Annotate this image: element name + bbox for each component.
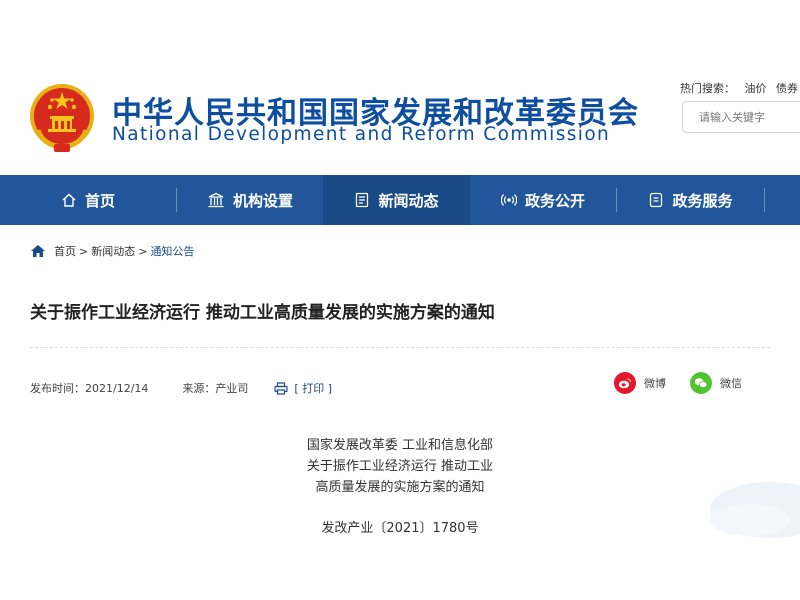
hot-search-item[interactable]: 油价: [745, 82, 767, 95]
source-label: 来源：: [182, 382, 216, 395]
doc-heading-line: 国家发展改革委 工业和信息化部: [306, 438, 494, 453]
article-meta: 发布时间： 2021/12/14 来源： 产业司 [ 打印 ]: [30, 380, 332, 396]
breadcrumb: 首页 > 新闻动态 > 通知公告: [30, 243, 194, 259]
site-header: 中华人民共和国国家发展和改革委员会 National Development a…: [0, 0, 800, 175]
site-title-en[interactable]: National Development and Reform Commissi…: [112, 124, 610, 145]
nav-item-news[interactable]: 新闻动态: [323, 175, 470, 225]
share-wechat-button[interactable]: 微信: [690, 372, 742, 394]
wechat-icon: [690, 372, 712, 394]
service-icon: [650, 192, 663, 208]
source-value: 产业司: [215, 382, 249, 395]
doc-heading-line: 关于振作工业经济运行 推动工业: [306, 459, 494, 474]
home-icon: [62, 193, 76, 207]
search-input[interactable]: [682, 101, 800, 133]
nav-label: 机构设置: [232, 191, 293, 210]
breadcrumb-separator: >: [138, 244, 148, 258]
nav-item-home[interactable]: 首页: [0, 175, 176, 225]
breadcrumb-news[interactable]: 新闻动态: [91, 243, 135, 259]
title-divider: [30, 347, 770, 348]
nav-divider: [764, 188, 765, 212]
article-title: 关于振作工业经济运行 推动工业高质量发展的实施方案的通知: [30, 303, 495, 323]
building-icon: [208, 192, 224, 208]
broadcast-icon: [500, 194, 517, 206]
breadcrumb-separator: >: [79, 244, 89, 258]
publish-label: 发布时间：: [30, 382, 85, 395]
nav-item-government-affairs[interactable]: 政务公开: [470, 175, 616, 225]
nav-item-services[interactable]: 政务服务: [617, 175, 764, 225]
national-emblem-icon[interactable]: [28, 80, 96, 154]
home-icon[interactable]: [30, 244, 46, 258]
news-icon: [356, 192, 369, 208]
hot-search-item[interactable]: 债券: [776, 82, 798, 95]
share-weibo-button[interactable]: 微博: [614, 372, 666, 394]
hot-search: 热门搜索： 油价 债券: [680, 80, 800, 96]
decorative-background-icon: [710, 482, 800, 538]
printer-icon: [274, 381, 289, 395]
print-label: [ 打印 ]: [294, 382, 332, 395]
nav-label: 政务公开: [524, 191, 585, 210]
hot-search-label: 热门搜索：: [680, 82, 735, 95]
breadcrumb-notices[interactable]: 通知公告: [150, 243, 194, 259]
nav-label: 首页: [84, 191, 115, 210]
breadcrumb-home[interactable]: 首页: [54, 243, 76, 259]
nav-label: 政务服务: [672, 191, 733, 210]
share-label: 微信: [720, 377, 742, 390]
publish-date: 2021/12/14: [85, 381, 149, 395]
doc-heading-line: 高质量发展的实施方案的通知: [315, 480, 485, 495]
weibo-icon: [614, 372, 636, 394]
print-button[interactable]: [ 打印 ]: [274, 380, 332, 396]
doc-number: 发改产业〔2021〕1780号: [321, 521, 479, 536]
share-label: 微博: [644, 377, 666, 390]
main-nav: 首页 机构设置 新闻动态 政务公开 政务服务: [0, 175, 800, 225]
nav-label: 新闻动态: [378, 191, 439, 210]
nav-item-organization[interactable]: 机构设置: [177, 175, 323, 225]
